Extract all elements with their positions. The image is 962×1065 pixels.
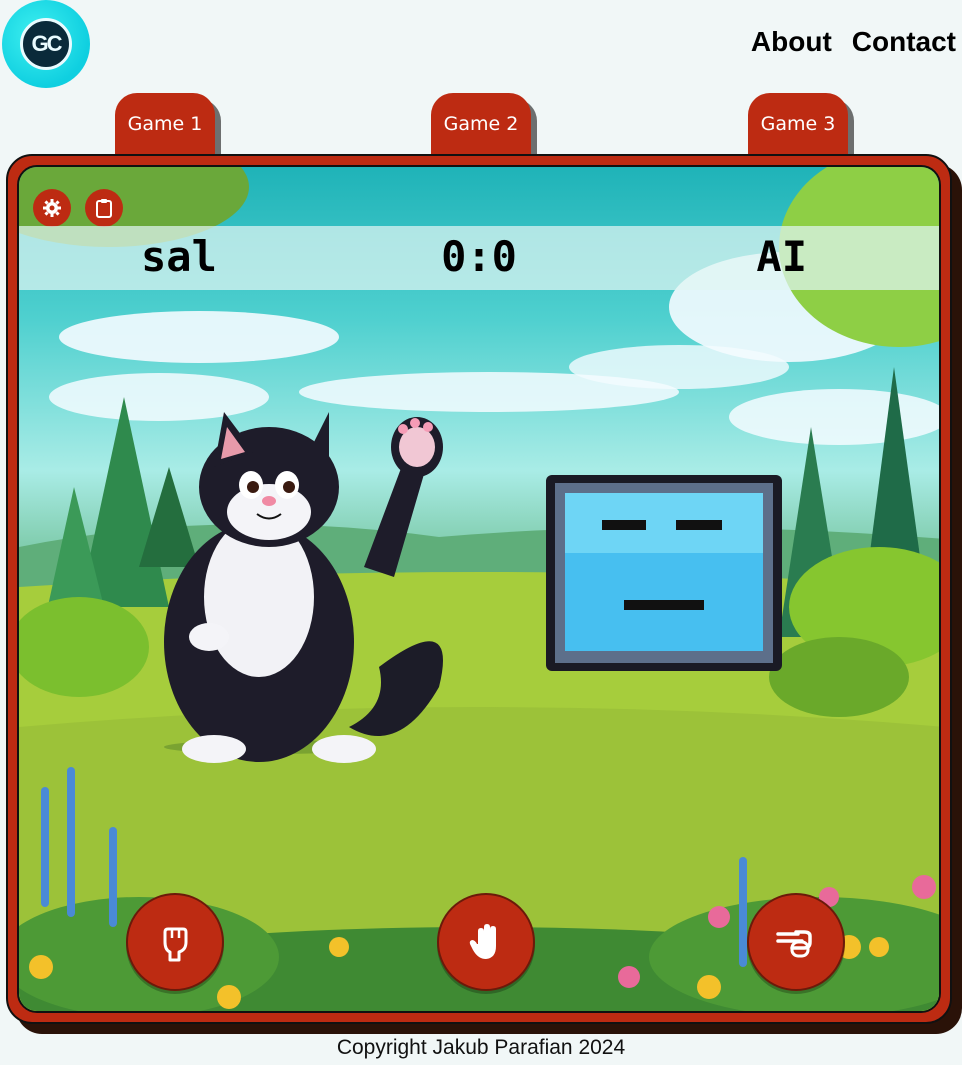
settings-button[interactable] xyxy=(33,189,71,227)
game-frame: sal 0:0 AI xyxy=(6,154,952,1024)
open-hand-paper-icon xyxy=(469,924,496,959)
meadow-background xyxy=(19,167,939,1011)
scoreboard: sal 0:0 AI xyxy=(19,226,939,290)
tab-game-3[interactable]: Game 3 xyxy=(748,93,848,159)
gear-icon xyxy=(43,199,61,217)
opponent-name: AI xyxy=(756,232,807,281)
clipboard-icon xyxy=(96,199,112,218)
clipboard-button[interactable] xyxy=(85,189,123,227)
ai-robot-face-character xyxy=(546,475,782,671)
footer-copyright: Copyright Jakub Parafian 2024 xyxy=(336,1036,626,1059)
logo-text: GC xyxy=(20,18,72,70)
fist-rock-icon xyxy=(163,927,188,962)
scissors-button[interactable] xyxy=(747,893,845,991)
tab-game-2[interactable]: Game 2 xyxy=(431,93,531,159)
nav-contact-link[interactable]: Contact xyxy=(852,26,956,58)
nav-about-link[interactable]: About xyxy=(751,26,832,58)
site-logo[interactable]: GC xyxy=(2,0,90,88)
rock-button[interactable] xyxy=(126,893,224,991)
top-nav: About Contact xyxy=(751,26,956,58)
tab-game-1[interactable]: Game 1 xyxy=(115,93,215,159)
scissors-hand-icon xyxy=(776,930,812,958)
game-scene: sal 0:0 AI xyxy=(17,165,941,1013)
paper-button[interactable] xyxy=(437,893,535,991)
